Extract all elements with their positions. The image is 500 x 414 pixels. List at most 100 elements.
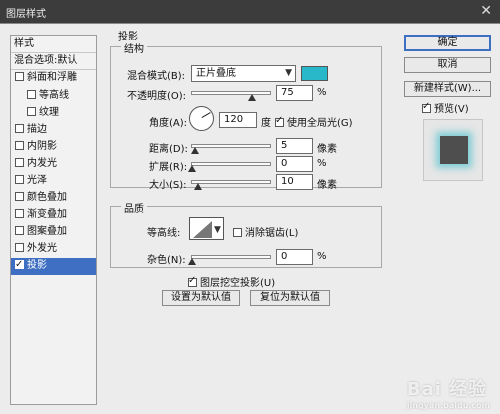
spread-slider[interactable] <box>188 162 271 172</box>
anti-alias-option[interactable]: 消除锯齿(L) <box>233 224 298 239</box>
knockout-checkbox[interactable] <box>188 275 197 287</box>
structure-group: 结构 混合模式(B): 正片叠底 ▼ 不透明度(O): 75 % 角度(A): … <box>110 40 382 191</box>
angle-unit: 度 <box>261 118 271 129</box>
ok-button[interactable]: 确定 <box>404 35 491 51</box>
angle-input[interactable]: 120 <box>219 112 257 128</box>
size-label: 大小(S): <box>149 180 187 191</box>
global-light-checkbox[interactable] <box>275 115 284 127</box>
effect-item[interactable]: 投影 <box>11 258 96 275</box>
effect-item[interactable]: 等高线 <box>11 88 96 105</box>
close-icon[interactable]: ✕ <box>480 3 492 19</box>
size-unit: 像素 <box>317 180 337 191</box>
effect-item[interactable]: 外发光 <box>11 241 96 258</box>
effect-checkbox[interactable] <box>15 158 24 167</box>
effect-label: 等高线 <box>39 90 69 101</box>
opacity-label: 不透明度(O): <box>127 91 187 102</box>
distance-label: 距离(D): <box>149 144 188 155</box>
cancel-button[interactable]: 取消 <box>404 57 491 73</box>
effect-checkbox[interactable] <box>15 258 24 273</box>
window-title: 图层样式 <box>6 9 46 20</box>
effect-item[interactable]: 纹理 <box>11 105 96 122</box>
reset-default-button[interactable]: 复位为默认值 <box>250 290 330 306</box>
effect-label: 纹理 <box>39 107 59 118</box>
size-slider[interactable] <box>191 180 271 190</box>
global-light-option[interactable]: 使用全局光(G) <box>275 114 353 129</box>
effect-checkbox[interactable] <box>15 124 24 133</box>
knockout-label: 图层挖空投影(U) <box>200 278 276 289</box>
watermark-text: Bai 经验 <box>406 379 488 400</box>
noise-label: 杂色(N): <box>147 255 186 266</box>
effect-label: 外发光 <box>27 243 57 254</box>
distance-slider-thumb[interactable] <box>191 147 199 154</box>
effect-label: 内阴影 <box>27 141 57 152</box>
effect-item[interactable]: 内发光 <box>11 156 96 173</box>
blending-options-item[interactable]: 混合选项:默认 <box>11 53 96 70</box>
effect-item[interactable]: 光泽 <box>11 173 96 190</box>
size-slider-thumb[interactable] <box>194 183 202 190</box>
effect-label: 内发光 <box>27 158 57 169</box>
effect-item[interactable]: 渐变叠加 <box>11 207 96 224</box>
spread-slider-thumb[interactable] <box>188 165 196 172</box>
title-bar: 图层样式 ✕ <box>0 0 500 24</box>
quality-title: 品质 <box>121 200 147 215</box>
effect-checkbox[interactable] <box>15 141 24 150</box>
effect-item[interactable]: 斜面和浮雕 <box>11 70 96 87</box>
noise-unit: % <box>317 251 327 262</box>
angle-label: 角度(A): <box>149 118 188 129</box>
spread-unit: % <box>317 158 327 169</box>
knockout-option[interactable]: 图层挖空投影(U) <box>188 274 275 289</box>
effect-checkbox[interactable] <box>15 226 24 235</box>
effect-label: 渐变叠加 <box>27 209 67 220</box>
effect-item[interactable]: 内阴影 <box>11 139 96 156</box>
anti-alias-label: 消除锯齿(L) <box>245 228 299 239</box>
effect-label: 光泽 <box>27 175 47 186</box>
opacity-slider-thumb[interactable] <box>248 94 256 101</box>
preview-option[interactable]: 预览(V) <box>422 100 469 115</box>
shadow-color-swatch[interactable] <box>301 66 328 81</box>
quality-group: 品质 等高线: ▼ 消除锯齿(L) 杂色(N): 0 % <box>110 200 382 268</box>
effect-checkbox[interactable] <box>15 175 24 184</box>
preview-label: 预览(V) <box>434 104 469 115</box>
opacity-slider[interactable] <box>191 91 271 101</box>
noise-input[interactable]: 0 <box>276 249 313 265</box>
chevron-down-icon[interactable]: ▼ <box>214 225 221 235</box>
blend-mode-select[interactable]: 正片叠底 ▼ <box>191 65 296 82</box>
effect-checkbox[interactable] <box>15 209 24 218</box>
preview-thumbnail <box>440 136 468 164</box>
styles-list: 样式 混合选项:默认 斜面和浮雕等高线纹理描边内阴影内发光光泽颜色叠加渐变叠加图… <box>10 35 97 405</box>
anti-alias-checkbox[interactable] <box>233 228 242 237</box>
size-input[interactable]: 10 <box>276 174 313 190</box>
distance-input[interactable]: 5 <box>276 138 313 154</box>
spread-input[interactable]: 0 <box>276 156 313 172</box>
style-preview <box>423 119 483 181</box>
effect-checkbox[interactable] <box>27 90 36 99</box>
opacity-unit: % <box>317 87 327 98</box>
styles-header[interactable]: 样式 <box>11 36 96 53</box>
effect-item[interactable]: 描边 <box>11 122 96 139</box>
blend-mode-value: 正片叠底 <box>196 68 236 79</box>
effect-checkbox[interactable] <box>15 72 24 81</box>
effect-checkbox[interactable] <box>15 243 24 252</box>
effect-label: 描边 <box>27 124 47 135</box>
global-light-label: 使用全局光(G) <box>287 118 353 129</box>
noise-slider-thumb[interactable] <box>188 258 196 265</box>
make-default-button[interactable]: 设置为默认值 <box>162 290 240 306</box>
opacity-input[interactable]: 75 <box>276 85 313 101</box>
watermark: Bai 经验 jingyan.baidu.com <box>407 375 490 410</box>
distance-slider[interactable] <box>191 144 271 154</box>
effect-item[interactable]: 图案叠加 <box>11 224 96 241</box>
contour-label: 等高线: <box>147 228 181 239</box>
effect-label: 颜色叠加 <box>27 192 67 203</box>
effect-checkbox[interactable] <box>15 192 24 201</box>
angle-dial[interactable] <box>189 106 214 131</box>
noise-slider[interactable] <box>188 255 271 265</box>
distance-unit: 像素 <box>317 144 337 155</box>
watermark-sub: jingyan.baidu.com <box>406 401 490 410</box>
spread-label: 扩展(R): <box>149 162 188 173</box>
preview-checkbox[interactable] <box>422 101 431 113</box>
new-style-button[interactable]: 新建样式(W)... <box>404 81 491 97</box>
effect-label: 图案叠加 <box>27 226 67 237</box>
effect-checkbox[interactable] <box>27 107 36 116</box>
blend-mode-label: 混合模式(B): <box>127 71 186 82</box>
effect-item[interactable]: 颜色叠加 <box>11 190 96 207</box>
